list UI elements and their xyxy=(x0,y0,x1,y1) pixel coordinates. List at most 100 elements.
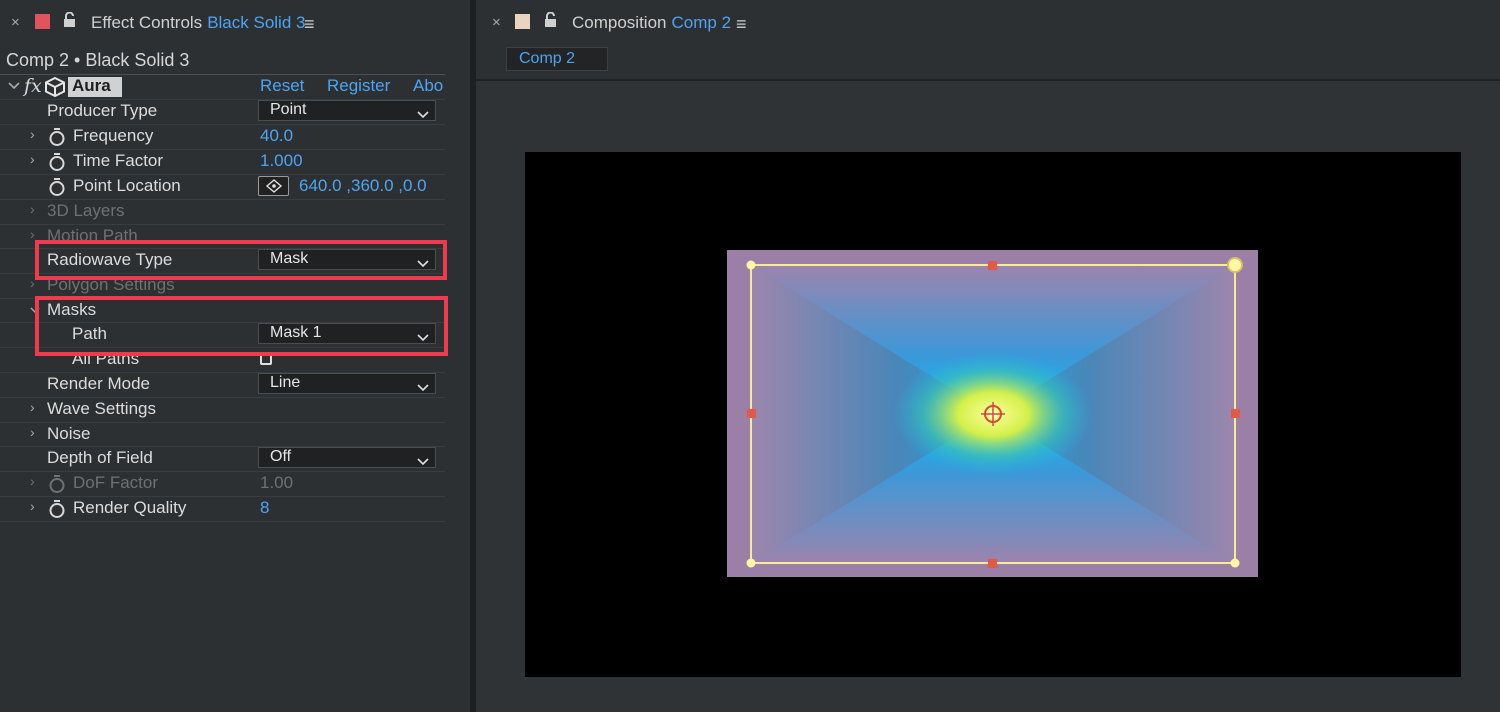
property-label: Frequency xyxy=(73,126,154,145)
property-row-frequency: › Frequency 40.0 xyxy=(0,124,445,149)
twirl-closed-icon[interactable]: › xyxy=(30,473,35,489)
tab-title[interactable]: Composition Comp 2 xyxy=(572,13,731,33)
label-color-swatch xyxy=(515,14,530,29)
about-link[interactable]: Abo xyxy=(413,76,443,96)
property-row-render-quality: › Render Quality 8 xyxy=(0,496,445,522)
property-label: Wave Settings xyxy=(47,399,156,418)
property-label: Motion Path xyxy=(47,226,138,245)
crosshair-icon xyxy=(265,179,283,193)
tab-layer-name: Black Solid 3 xyxy=(207,13,306,32)
reset-link[interactable]: Reset xyxy=(260,76,304,96)
property-label: DoF Factor xyxy=(73,473,159,492)
composition-tab[interactable]: × Composition Comp 2 ≡ xyxy=(476,0,1500,46)
chevron-down-icon xyxy=(417,329,429,347)
point-picker-button[interactable] xyxy=(258,176,289,196)
stopwatch-icon[interactable] xyxy=(48,177,66,197)
property-label: Render Mode xyxy=(47,374,151,393)
render-mode-dropdown[interactable]: Line xyxy=(258,373,436,394)
tab-comp-name: Comp 2 xyxy=(671,13,732,32)
property-label: Masks xyxy=(47,300,97,319)
twirl-closed-icon[interactable]: › xyxy=(30,498,35,514)
panel-menu-icon[interactable]: ≡ xyxy=(736,14,747,35)
tab-title[interactable]: Effect Controls Black Solid 3 xyxy=(91,13,305,33)
twirl-closed-icon[interactable]: › xyxy=(30,201,35,217)
property-label: All Paths xyxy=(72,349,140,368)
property-label: Point Location xyxy=(73,176,181,195)
property-row-path: Path Mask 1 xyxy=(0,322,445,347)
layer-handle[interactable] xyxy=(1231,409,1240,418)
effect-controls-tab[interactable]: × Effect Controls Black Solid 3 ≡ xyxy=(0,0,470,46)
property-label: 3D Layers xyxy=(47,201,125,220)
chevron-down-icon xyxy=(417,453,429,471)
label-color-swatch xyxy=(35,14,50,29)
effect-name: Aura xyxy=(72,76,111,95)
close-tab-icon[interactable]: × xyxy=(11,14,20,31)
fx-icon[interactable]: fx xyxy=(24,75,42,97)
chevron-down-icon xyxy=(417,255,429,273)
stopwatch-icon[interactable] xyxy=(48,152,66,172)
property-row-motion-path: › Motion Path xyxy=(0,224,445,249)
twirl-closed-icon[interactable]: › xyxy=(30,226,35,242)
property-label: Depth of Field xyxy=(47,448,153,467)
stopwatch-icon[interactable] xyxy=(48,474,66,494)
twirl-closed-icon[interactable]: › xyxy=(30,399,35,415)
panel-menu-icon[interactable]: ≡ xyxy=(304,14,315,35)
all-paths-checkbox[interactable] xyxy=(260,353,272,365)
property-row-masks: Masks xyxy=(0,298,445,323)
property-label: Render Quality xyxy=(73,498,187,517)
dropdown-value: Mask xyxy=(270,250,309,267)
twirl-closed-icon[interactable]: › xyxy=(30,126,35,142)
render-preview xyxy=(727,250,1258,577)
property-row-polygon-settings: › Polygon Settings xyxy=(0,273,445,298)
property-row-radiowave-type: Radiowave Type Mask xyxy=(0,248,445,273)
stopwatch-icon[interactable] xyxy=(48,127,66,147)
frequency-value[interactable]: 40.0 xyxy=(260,126,293,146)
mask-path-dropdown[interactable]: Mask 1 xyxy=(258,323,436,344)
lock-icon[interactable] xyxy=(63,11,76,33)
time-factor-value[interactable]: 1.000 xyxy=(260,151,303,171)
render-quality-value[interactable]: 8 xyxy=(260,498,269,518)
comp-subtab[interactable]: Comp 2 xyxy=(506,47,608,71)
chevron-down-icon xyxy=(417,379,429,397)
mask-vertex-handle[interactable] xyxy=(1230,558,1240,568)
twirl-open-icon[interactable] xyxy=(30,300,40,323)
dropdown-value: Point xyxy=(270,101,307,118)
twirl-closed-icon[interactable]: › xyxy=(30,151,35,167)
close-tab-icon[interactable]: × xyxy=(492,14,501,31)
property-row-3d-layers: › 3D Layers xyxy=(0,199,445,224)
dropdown-value: Mask 1 xyxy=(270,324,322,341)
stopwatch-icon[interactable] xyxy=(48,499,66,519)
dropdown-value: Line xyxy=(270,374,301,391)
twirl-closed-icon[interactable]: › xyxy=(30,424,35,440)
twirl-open-icon[interactable] xyxy=(8,75,20,98)
property-row-depth-of-field: Depth of Field Off xyxy=(0,446,445,471)
property-label: Noise xyxy=(47,424,91,443)
radiowave-type-dropdown[interactable]: Mask xyxy=(258,249,436,270)
dropdown-value: Off xyxy=(270,448,292,465)
mask-vertex-handle[interactable] xyxy=(746,558,756,568)
property-row-point-location: Point Location 640.0 ,360.0 ,0.0 xyxy=(0,174,445,199)
mask-vertex-handle[interactable] xyxy=(746,260,756,270)
property-row-producer-type: Producer Type Point xyxy=(0,99,445,124)
property-label: Path xyxy=(72,324,107,343)
layer-handle[interactable] xyxy=(988,261,997,270)
property-label: Producer Type xyxy=(47,101,158,120)
layer-handle[interactable] xyxy=(747,409,756,418)
effect-header-row[interactable]: fx Aura Reset Register Abo xyxy=(0,74,445,99)
dof-factor-value[interactable]: 1.00 xyxy=(260,473,293,493)
layer-breadcrumb: Comp 2 • Black Solid 3 xyxy=(6,50,190,70)
point-location-value[interactable]: 640.0 ,360.0 ,0.0 xyxy=(299,176,427,196)
property-row-all-paths: All Paths xyxy=(0,347,445,372)
composition-canvas[interactable] xyxy=(525,152,1461,677)
property-label: Polygon Settings xyxy=(47,275,175,294)
layer-handle[interactable] xyxy=(988,559,997,568)
chevron-down-icon xyxy=(417,106,429,124)
property-row-time-factor: › Time Factor 1.000 xyxy=(0,149,445,174)
register-link[interactable]: Register xyxy=(327,76,390,96)
lock-icon[interactable] xyxy=(544,11,557,33)
producer-type-dropdown[interactable]: Point xyxy=(258,100,436,121)
property-label: Radiowave Type xyxy=(47,250,173,269)
mask-vertex-handle[interactable] xyxy=(1227,257,1243,273)
depth-of-field-dropdown[interactable]: Off xyxy=(258,447,436,468)
twirl-closed-icon[interactable]: › xyxy=(30,275,35,291)
